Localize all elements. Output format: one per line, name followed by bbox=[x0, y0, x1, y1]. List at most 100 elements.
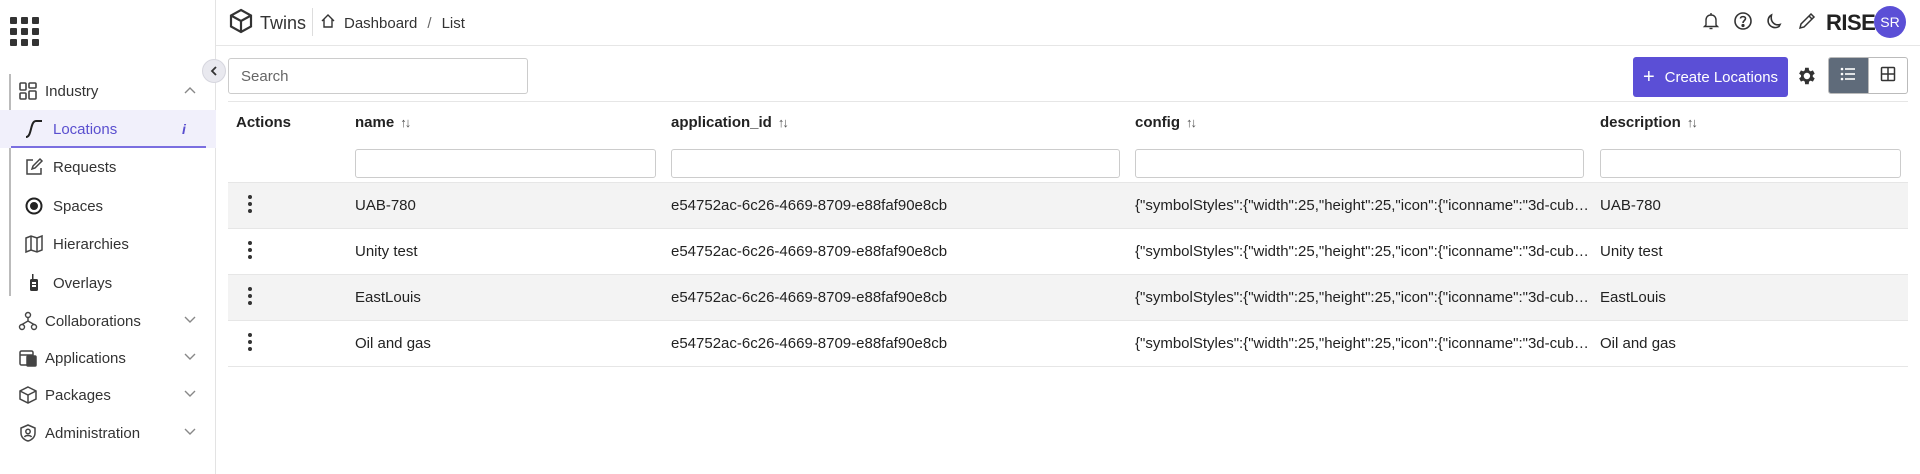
applications-icon bbox=[18, 348, 38, 368]
cell-name: Unity test bbox=[355, 243, 418, 260]
cell-config: {"symbolStyles":{"width":25,"height":25,… bbox=[1135, 335, 1590, 352]
table-row[interactable]: Oil and gas e54752ac-6c26-4669-8709-e88f… bbox=[228, 321, 1908, 367]
table-header: Actions name ↑↓ application_id ↑↓ config… bbox=[228, 101, 1908, 183]
column-header-description[interactable]: description ↑↓ bbox=[1600, 114, 1698, 131]
cell-name: EastLouis bbox=[355, 289, 421, 306]
topbar-divider bbox=[312, 8, 313, 36]
route-icon bbox=[24, 119, 44, 139]
column-label: config bbox=[1135, 114, 1180, 131]
cell-description: UAB-780 bbox=[1600, 197, 1661, 214]
sidebar-item-hierarchies[interactable]: Hierarchies bbox=[0, 225, 216, 263]
breadcrumb-current: List bbox=[441, 14, 465, 32]
cell-config: {"symbolStyles":{"width":25,"height":25,… bbox=[1135, 289, 1590, 306]
cell-application-id: e54752ac-6c26-4669-8709-e88faf90e8cb bbox=[671, 289, 948, 306]
cell-description: Unity test bbox=[1600, 243, 1663, 260]
sidebar-group-administration[interactable]: Administration bbox=[0, 414, 216, 452]
table-settings-gear-icon[interactable] bbox=[1794, 64, 1818, 88]
bell-icon[interactable] bbox=[1700, 10, 1722, 32]
sidebar-item-label: Locations bbox=[53, 120, 118, 138]
chevron-up-icon bbox=[184, 85, 196, 97]
home-icon[interactable] bbox=[320, 13, 336, 33]
column-label: Actions bbox=[236, 114, 292, 131]
sort-icon[interactable]: ↑↓ bbox=[1186, 115, 1197, 130]
cell-name: UAB-780 bbox=[355, 197, 416, 214]
sidebar: Industry Locations i Requests Spaces Hie… bbox=[0, 0, 216, 474]
app-name: Twins bbox=[260, 12, 307, 33]
column-header-config[interactable]: config ↑↓ bbox=[1135, 114, 1197, 131]
column-header-actions: Actions bbox=[236, 114, 291, 131]
sort-icon[interactable]: ↑↓ bbox=[778, 115, 789, 130]
cell-application-id: e54752ac-6c26-4669-8709-e88faf90e8cb bbox=[671, 243, 948, 260]
info-icon[interactable]: i bbox=[182, 121, 186, 137]
column-label: name bbox=[355, 114, 395, 131]
table-row[interactable]: Unity test e54752ac-6c26-4669-8709-e88fa… bbox=[228, 229, 1908, 275]
package-icon bbox=[18, 385, 38, 405]
grid-layout-icon bbox=[18, 81, 38, 101]
collapse-sidebar-button[interactable] bbox=[202, 59, 226, 83]
breadcrumb: Dashboard / List bbox=[320, 13, 465, 33]
pencil-icon[interactable] bbox=[1796, 10, 1818, 32]
list-view-icon bbox=[1840, 67, 1856, 85]
sort-icon[interactable]: ↑↓ bbox=[400, 115, 411, 130]
search-input[interactable] bbox=[228, 58, 528, 94]
sidebar-item-label: Spaces bbox=[53, 197, 104, 215]
shield-user-icon bbox=[18, 423, 38, 443]
column-header-application-id[interactable]: application_id ↑↓ bbox=[671, 114, 789, 131]
sidebar-group-packages[interactable]: Packages bbox=[0, 376, 216, 414]
row-actions-kebab-icon[interactable] bbox=[247, 241, 253, 259]
sidebar-item-locations[interactable]: Locations i bbox=[0, 110, 216, 148]
map-icon bbox=[24, 234, 44, 254]
sidebar-group-applications[interactable]: Applications bbox=[0, 339, 216, 377]
row-actions-kebab-icon[interactable] bbox=[247, 287, 253, 305]
filter-input-config[interactable] bbox=[1135, 149, 1584, 178]
table-row[interactable]: UAB-780 e54752ac-6c26-4669-8709-e88faf90… bbox=[228, 183, 1908, 229]
cube-logo-icon bbox=[228, 8, 254, 38]
row-actions-kebab-icon[interactable] bbox=[247, 195, 253, 213]
sidebar-item-label: Hierarchies bbox=[53, 235, 129, 253]
network-icon bbox=[18, 311, 38, 331]
create-button-label: Create Locations bbox=[1664, 68, 1779, 86]
sort-icon[interactable]: ↑↓ bbox=[1687, 115, 1698, 130]
filter-input-application-id[interactable] bbox=[671, 149, 1120, 178]
app-logo[interactable]: Twins bbox=[228, 8, 306, 38]
sidebar-group-label: Packages bbox=[45, 386, 111, 404]
cell-config: {"symbolStyles":{"width":25,"height":25,… bbox=[1135, 243, 1590, 260]
cell-name: Oil and gas bbox=[355, 335, 431, 352]
sidebar-group-industry[interactable]: Industry bbox=[0, 72, 216, 110]
grid-view-button[interactable] bbox=[1867, 58, 1907, 93]
chevron-down-icon bbox=[184, 389, 196, 401]
table-row[interactable]: EastLouis e54752ac-6c26-4669-8709-e88faf… bbox=[228, 275, 1908, 321]
sidebar-group-collaborations[interactable]: Collaborations bbox=[0, 302, 216, 340]
column-header-name[interactable]: name ↑↓ bbox=[355, 114, 411, 131]
sidebar-group-label: Administration bbox=[45, 424, 141, 442]
topbar-actions bbox=[1700, 10, 1818, 32]
column-label: application_id bbox=[671, 114, 772, 131]
user-avatar[interactable]: SR bbox=[1874, 6, 1906, 38]
apps-grid-icon[interactable] bbox=[10, 17, 39, 46]
cell-application-id: e54752ac-6c26-4669-8709-e88faf90e8cb bbox=[671, 197, 948, 214]
dark-mode-moon-icon[interactable] bbox=[1764, 10, 1786, 32]
sidebar-group-label: Industry bbox=[45, 82, 99, 100]
plus-icon: + bbox=[1642, 66, 1655, 88]
help-icon[interactable] bbox=[1732, 10, 1754, 32]
list-view-button[interactable] bbox=[1829, 58, 1868, 93]
chevron-left-icon bbox=[210, 64, 218, 79]
row-actions-kebab-icon[interactable] bbox=[247, 333, 253, 351]
filter-input-name[interactable] bbox=[355, 149, 656, 178]
breadcrumb-dashboard-link[interactable]: Dashboard bbox=[344, 15, 417, 32]
cell-description: EastLouis bbox=[1600, 289, 1666, 306]
sidebar-item-requests[interactable]: Requests bbox=[0, 148, 216, 186]
target-icon bbox=[24, 196, 44, 216]
cell-application-id: e54752ac-6c26-4669-8709-e88faf90e8cb bbox=[671, 335, 948, 352]
sidebar-item-label: Requests bbox=[53, 158, 117, 176]
sidebar-item-overlays[interactable]: Overlays bbox=[0, 264, 216, 302]
filter-input-description[interactable] bbox=[1600, 149, 1901, 178]
create-locations-button[interactable]: + Create Locations bbox=[1633, 57, 1788, 97]
chevron-down-icon bbox=[184, 427, 196, 439]
grid-view-icon bbox=[1880, 66, 1896, 86]
sidebar-item-label: Overlays bbox=[53, 274, 113, 292]
breadcrumb-separator: / bbox=[427, 14, 432, 32]
locations-table: Actions name ↑↓ application_id ↑↓ config… bbox=[228, 101, 1908, 367]
sidebar-item-spaces[interactable]: Spaces bbox=[0, 187, 216, 225]
chevron-down-icon bbox=[184, 315, 196, 327]
